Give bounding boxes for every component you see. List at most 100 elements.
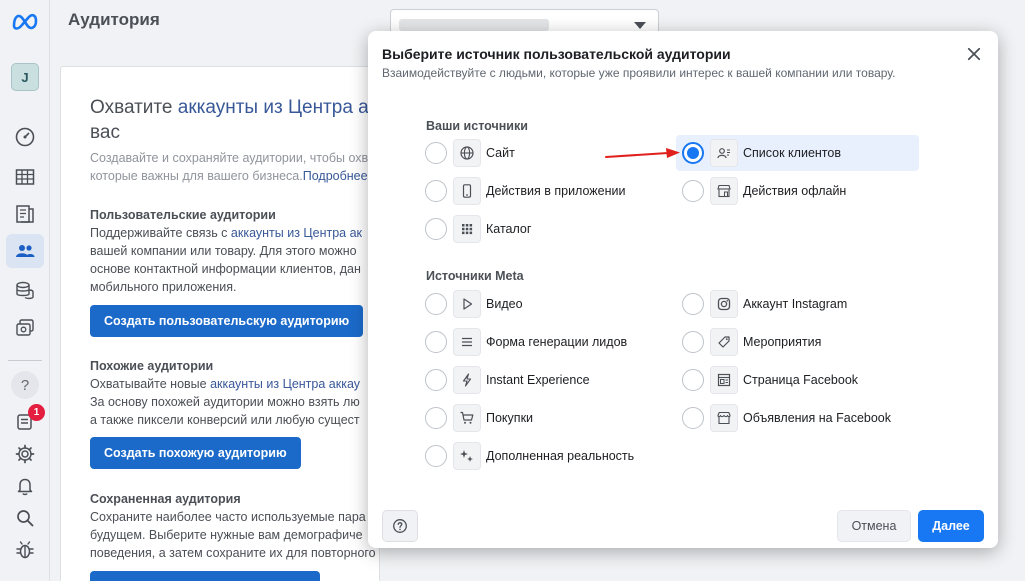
panel-desc-line: Создавайте и сохраняйте аудитории, чтобы… <box>90 151 369 165</box>
dialog-subtitle: Взаимодействуйте с людьми, которые уже п… <box>382 66 896 80</box>
option-instagram-account[interactable]: Аккаунт Instagram <box>682 287 922 321</box>
section-text-line: будущем. Выберите нужные вам демографиче <box>90 528 363 542</box>
form-lines-icon <box>453 328 481 356</box>
create-saved-audience-button[interactable] <box>90 571 320 581</box>
radio-augmented-reality[interactable] <box>425 445 447 467</box>
table-grid-icon[interactable] <box>12 164 38 190</box>
custom-audiences-link[interactable]: аккаунты из Центра ак <box>231 226 362 240</box>
option-customer-list[interactable]: Список клиентов <box>676 135 919 171</box>
ticket-icon <box>710 328 738 356</box>
option-label: Действия офлайн <box>743 184 847 198</box>
radio-facebook-listings[interactable] <box>682 407 704 429</box>
option-label: Видео <box>486 297 523 311</box>
radio-offline-actions[interactable] <box>682 180 704 202</box>
page-layout-icon <box>710 366 738 394</box>
chevron-down-icon <box>634 22 646 29</box>
option-label: Мероприятия <box>743 335 822 349</box>
play-icon <box>453 290 481 318</box>
shopping-cart-icon <box>453 404 481 432</box>
radio-video[interactable] <box>425 293 447 315</box>
pages-icon[interactable] <box>12 201 38 227</box>
option-events[interactable]: Мероприятия <box>682 325 922 359</box>
audience-intro-panel: Охватите аккаунты из Центра акк вас Созд… <box>60 66 380 581</box>
bug-report-icon[interactable] <box>12 537 38 563</box>
lightning-icon <box>453 366 481 394</box>
sparkle-effects-icon <box>453 442 481 470</box>
section-text-line: а также пиксели конверсий или любую суще… <box>90 413 360 427</box>
saved-audience-text: Сохраните наиболее часто используемые па… <box>90 508 379 562</box>
lookalike-audiences-link[interactable]: аккаунты из Центра аккау <box>210 377 360 391</box>
option-facebook-page[interactable]: Страница Facebook <box>682 363 922 397</box>
globe-icon <box>453 139 481 167</box>
meta-sources-heading: Источники Meta <box>426 269 524 283</box>
section-text-line: За основу похожей аудитории можно взять … <box>90 395 360 409</box>
create-custom-audience-button[interactable]: Создать пользовательскую аудиторию <box>90 305 364 337</box>
option-facebook-listings[interactable]: Объявления на Facebook <box>682 401 922 435</box>
section-text-line: Сохраните наиболее часто используемые па… <box>90 510 366 524</box>
radio-instagram-account[interactable] <box>682 293 704 315</box>
left-sidebar: J ? 1 <box>0 0 50 581</box>
radio-facebook-page[interactable] <box>682 369 704 391</box>
radio-app-actions[interactable] <box>425 180 447 202</box>
catalog-stack-icon[interactable] <box>12 315 38 341</box>
audience-people-icon[interactable] <box>12 238 38 264</box>
section-text-line: вашей компании или товару. Для этого мож… <box>90 244 357 258</box>
contact-card-icon <box>710 139 738 167</box>
close-icon[interactable] <box>966 46 982 62</box>
help-question-icon[interactable]: ? <box>11 371 39 399</box>
settings-gear-icon[interactable] <box>12 441 38 467</box>
option-offline-actions[interactable]: Действия офлайн <box>682 174 922 208</box>
radio-lead-form[interactable] <box>425 331 447 353</box>
option-lead-form[interactable]: Форма генерации лидов <box>425 325 665 359</box>
section-text-line: Охватывайте новые <box>90 377 211 391</box>
option-shopping[interactable]: Покупки <box>425 401 665 435</box>
learn-more-link[interactable]: Подробнее <box>303 169 368 183</box>
radio-instant-experience[interactable] <box>425 369 447 391</box>
option-instant-experience[interactable]: Instant Experience <box>425 363 665 397</box>
mobile-phone-icon <box>453 177 481 205</box>
dialog-help-button[interactable] <box>382 510 418 542</box>
meta-logo-icon[interactable] <box>10 10 40 30</box>
radio-events[interactable] <box>682 331 704 353</box>
dashboard-gauge-icon[interactable] <box>12 124 38 150</box>
option-label: Аккаунт Instagram <box>743 297 848 311</box>
option-label: Каталог <box>486 222 532 236</box>
option-label: Форма генерации лидов <box>486 335 628 349</box>
billing-coins-icon[interactable] <box>12 277 38 303</box>
ad-account-name-redacted <box>399 19 549 31</box>
custom-audience-source-dialog: Выберите источник пользовательской аудит… <box>368 31 998 548</box>
panel-heading-suffix: вас <box>90 122 120 143</box>
grid-dots-icon <box>453 215 481 243</box>
bell-icon[interactable] <box>12 473 38 499</box>
sidebar-divider <box>8 360 42 361</box>
marketplace-shop-icon <box>710 404 738 432</box>
account-avatar[interactable]: J <box>11 63 39 91</box>
option-label: Список клиентов <box>743 146 841 160</box>
custom-audiences-text: Поддерживайте связь с аккаунты из Центра… <box>90 224 379 296</box>
cancel-button[interactable]: Отмена <box>837 510 911 542</box>
custom-audiences-title: Пользовательские аудитории <box>90 208 276 222</box>
option-app-actions[interactable]: Действия в приложении <box>425 174 665 208</box>
search-icon[interactable] <box>12 505 38 531</box>
saved-audience-title: Сохраненная аудитория <box>90 492 241 506</box>
option-video[interactable]: Видео <box>425 287 665 321</box>
panel-heading: Охватите аккаунты из Центра акк вас <box>90 95 379 145</box>
radio-catalog[interactable] <box>425 218 447 240</box>
option-label: Покупки <box>486 411 534 425</box>
section-text-line: Поддерживайте связь с <box>90 226 231 240</box>
panel-heading-text: Охватите <box>90 97 178 118</box>
panel-heading-link[interactable]: аккаунты из Центра акк <box>178 97 379 118</box>
option-catalog[interactable]: Каталог <box>425 212 665 246</box>
lookalike-audiences-text: Охватывайте новые аккаунты из Центра акк… <box>90 375 379 429</box>
radio-site[interactable] <box>425 142 447 164</box>
option-augmented-reality[interactable]: Дополненная реальность <box>425 439 665 473</box>
option-label: Сайт <box>486 146 515 160</box>
help-circle-icon <box>393 519 407 533</box>
notification-badge: 1 <box>28 404 45 421</box>
create-lookalike-audience-button[interactable]: Создать похожую аудиторию <box>90 437 301 469</box>
radio-customer-list-selected[interactable] <box>682 142 704 164</box>
radio-shopping[interactable] <box>425 407 447 429</box>
option-label: Действия в приложении <box>486 184 626 198</box>
next-button[interactable]: Далее <box>918 510 984 542</box>
panel-desc-line: которые важны для вашего бизнеса. <box>90 169 303 183</box>
